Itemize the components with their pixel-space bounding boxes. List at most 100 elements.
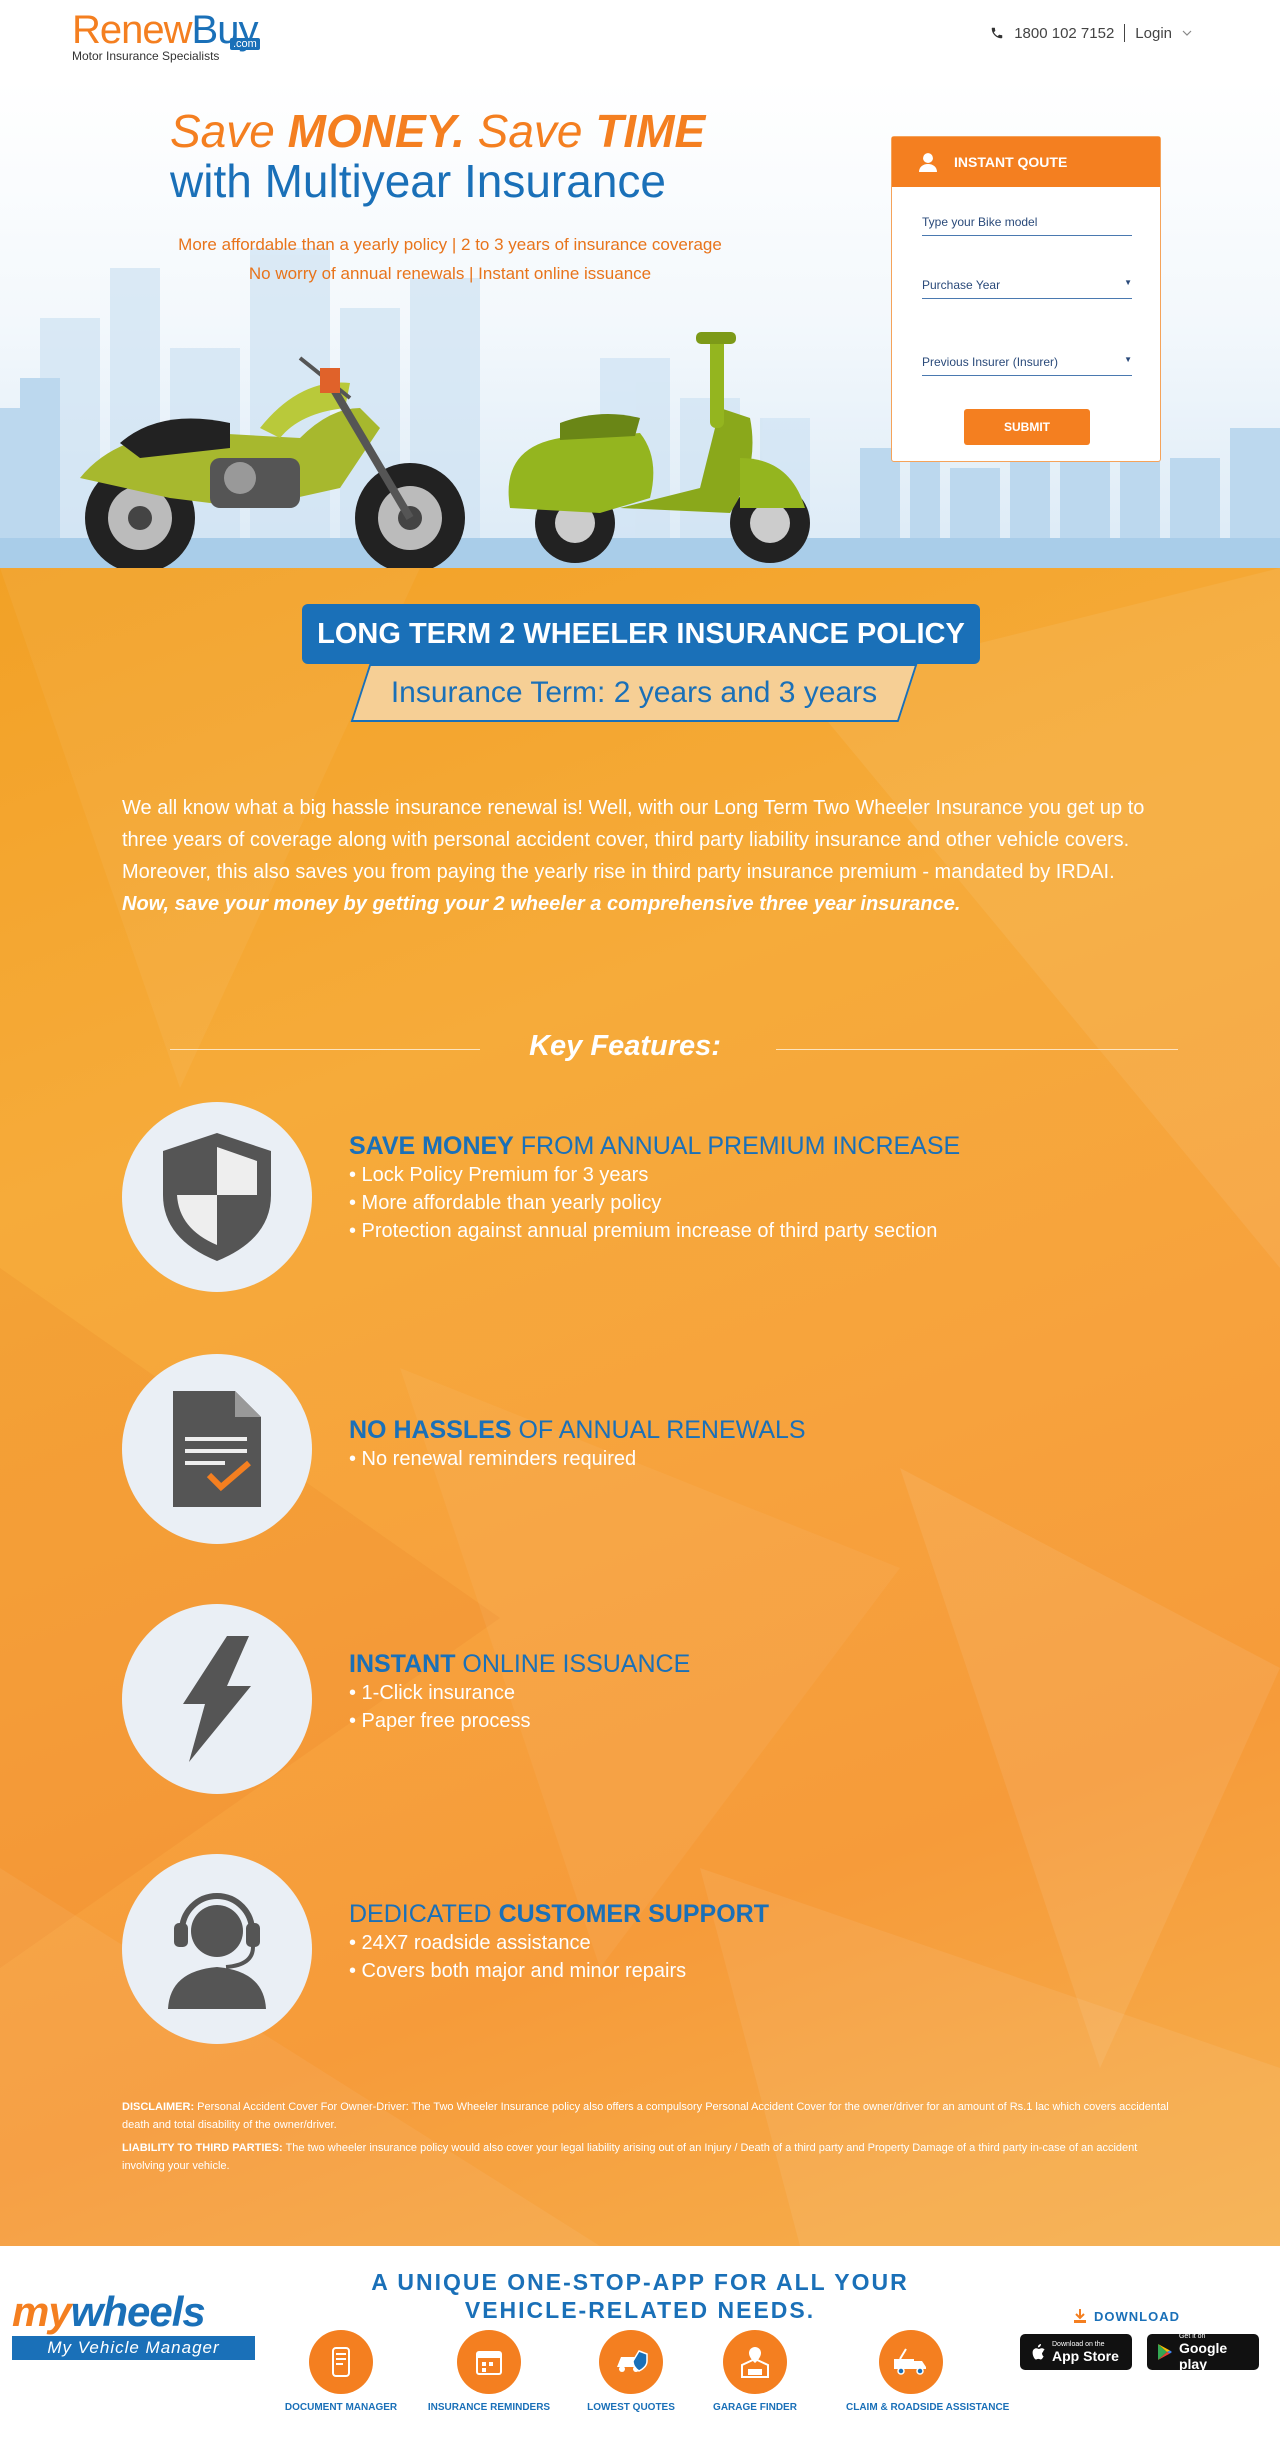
app-feature-lowest-quotes: LOWEST QUOTES xyxy=(566,2330,696,2413)
disclaimer: DISCLAIMER: Personal Accident Cover For … xyxy=(122,2098,1172,2180)
document-phone-icon xyxy=(309,2330,373,2394)
app-promo-banner: mywheels My Vehicle Manager A UNIQUE ONE… xyxy=(0,2246,1280,2440)
login-link[interactable]: Login xyxy=(1135,25,1172,42)
app-feature-claim-assistance: CLAIM & ROADSIDE ASSISTANCE xyxy=(846,2330,1010,2413)
hero-title-money: MONEY. xyxy=(287,105,465,157)
hero-subtitle-line2: No worry of annual renewals | Instant on… xyxy=(248,264,652,283)
app-feature-label: LOWEST QUOTES xyxy=(587,2402,675,2413)
feature-customer-support: DEDICATED CUSTOMER SUPPORT • 24X7 roadsi… xyxy=(122,1854,1172,2044)
headset-agent-icon xyxy=(168,1893,266,2009)
app-feature-insurance-reminders: INSURANCE REMINDERS xyxy=(424,2330,554,2413)
purchase-year-select[interactable]: Purchase Year ▼ xyxy=(922,278,1132,299)
agent-icon xyxy=(919,151,937,172)
mywheels-tagline: My Vehicle Manager xyxy=(12,2336,255,2360)
app-feature-document-manager: DOCUMENT MANAGER xyxy=(276,2330,406,2413)
hero-title-time: TIME xyxy=(595,105,706,157)
disclaimer-text: Personal Accident Cover For Owner-Driver… xyxy=(122,2101,1169,2131)
feature-title-bold: SAVE MONEY xyxy=(349,1132,514,1160)
feature-point: • No renewal reminders required xyxy=(349,1448,637,1470)
feature-title: SAVE MONEY FROM ANNUAL PREMIUM INCREASE xyxy=(349,1132,960,1161)
mywheels-wordmark: mywheels xyxy=(12,2288,206,2336)
purchase-year-label: Purchase Year xyxy=(922,278,1001,292)
policy-banner: LONG TERM 2 WHEELER INSURANCE POLICY xyxy=(302,604,980,664)
app-store-big: App Store xyxy=(1052,2347,1119,2364)
feature-text: NO HASSLES OF ANNUAL RENEWALS • No renew… xyxy=(349,1416,806,1473)
app-store-button[interactable]: Download on the App Store xyxy=(1020,2334,1132,2370)
key-features-title: Key Features: xyxy=(529,1030,721,1062)
car-shield-icon xyxy=(599,2330,663,2394)
feature-point: • Protection against annual premium incr… xyxy=(349,1220,938,1242)
feature-point: • Lock Policy Premium for 3 years xyxy=(349,1164,649,1186)
feature-title: NO HASSLES OF ANNUAL RENEWALS xyxy=(349,1416,806,1445)
divider-left xyxy=(170,1049,480,1050)
hero-title: Save MONEY. Save TIME xyxy=(170,104,705,158)
instant-quote-form: INSTANT QOUTE Purchase Year ▼ Previous I… xyxy=(891,136,1161,462)
disclaimer-label: DISCLAIMER: xyxy=(122,2101,195,2113)
dropdown-arrow-icon: ▼ xyxy=(1124,355,1132,364)
quote-form-header: INSTANT QOUTE xyxy=(892,137,1160,187)
previous-insurer-label: Previous Insurer (Insurer) xyxy=(922,355,1059,369)
feature-point: • More affordable than yearly policy xyxy=(349,1192,662,1214)
apple-icon xyxy=(1032,2344,1045,2360)
feature-icon-circle xyxy=(122,1354,312,1544)
feature-icon-circle xyxy=(122,1854,312,2044)
feature-point: • Paper free process xyxy=(349,1710,531,1732)
submit-button[interactable]: SUBMIT xyxy=(964,409,1090,445)
feature-title-rest: OF ANNUAL RENEWALS xyxy=(511,1416,806,1444)
feature-title-rest: ONLINE ISSUANCE xyxy=(455,1650,691,1678)
site-header: RenewBuy .com Motor Insurance Specialist… xyxy=(0,0,1280,80)
disclaimer-pa-cover: DISCLAIMER: Personal Accident Cover For … xyxy=(122,2098,1172,2134)
lightning-icon xyxy=(183,1636,251,1762)
app-store-text: Download on the App Store xyxy=(1052,2341,1119,2364)
feature-title-bold: INSTANT xyxy=(349,1650,456,1678)
renewbuy-logo[interactable]: RenewBuy .com Motor Insurance Specialist… xyxy=(72,8,260,63)
bike-model-input[interactable] xyxy=(922,215,1132,229)
download-text: DOWNLOAD xyxy=(1094,2308,1180,2324)
app-feature-label: DOCUMENT MANAGER xyxy=(284,2402,398,2413)
mywheels-logo[interactable]: mywheels xyxy=(12,2288,206,2336)
feature-title-pre: DEDICATED xyxy=(349,1900,499,1928)
feature-title: INSTANT ONLINE ISSUANCE xyxy=(349,1650,690,1679)
download-icon xyxy=(1074,2309,1086,2323)
google-play-button[interactable]: Get it on Google play xyxy=(1147,2333,1259,2372)
feature-instant-issuance: INSTANT ONLINE ISSUANCE • 1-Click insura… xyxy=(122,1604,1172,1794)
feature-text: DEDICATED CUSTOMER SUPPORT • 24X7 roadsi… xyxy=(349,1900,769,1985)
hero-subtitle-line1: More affordable than a yearly policy | 2… xyxy=(178,235,722,254)
feature-text: SAVE MONEY FROM ANNUAL PREMIUM INCREASE … xyxy=(349,1132,960,1245)
app-title-line1: A UNIQUE ONE-STOP-APP FOR ALL YOUR xyxy=(371,2269,909,2295)
feature-point: • 24X7 roadside assistance xyxy=(349,1932,591,1954)
google-play-text: Get it on Google play xyxy=(1179,2333,1259,2372)
intro-text: We all know what a big hassle insurance … xyxy=(122,797,1145,883)
tow-truck-icon xyxy=(879,2330,943,2394)
intro-emphasis: Now, save your money by getting your 2 w… xyxy=(122,893,961,915)
feature-title-bold: CUSTOMER SUPPORT xyxy=(498,1900,769,1928)
app-promo-title: A UNIQUE ONE-STOP-APP FOR ALL YOUR VEHIC… xyxy=(330,2268,950,2324)
hero-section: Save MONEY. Save TIME with Multiyear Ins… xyxy=(0,80,1280,568)
app-feature-garage-finder: GARAGE FINDER xyxy=(690,2330,820,2413)
hero-subtitle: More affordable than a yearly policy | 2… xyxy=(150,230,750,288)
hero-title-line2: with Multiyear Insurance xyxy=(170,155,666,207)
google-play-big: Google play xyxy=(1178,2339,1228,2372)
feature-title-rest: FROM ANNUAL PREMIUM INCREASE xyxy=(513,1132,961,1160)
feature-point: • Covers both major and minor repairs xyxy=(349,1960,687,1982)
document-check-icon xyxy=(173,1391,261,1507)
feature-icon-circle xyxy=(122,1102,312,1292)
logo-my: my xyxy=(12,2288,72,2335)
intro-paragraph: We all know what a big hassle insurance … xyxy=(122,792,1162,920)
download-label: DOWNLOAD xyxy=(1072,2308,1180,2324)
feature-save-money: SAVE MONEY FROM ANNUAL PREMIUM INCREASE … xyxy=(122,1102,1172,1292)
app-store-small: Download on the xyxy=(1052,2340,1105,2348)
feature-point: • 1-Click insurance xyxy=(349,1682,515,1704)
divider-right xyxy=(776,1049,1178,1050)
feature-text: INSTANT ONLINE ISSUANCE • 1-Click insura… xyxy=(349,1650,690,1735)
feature-no-hassles: NO HASSLES OF ANNUAL RENEWALS • No renew… xyxy=(122,1354,1172,1544)
phone-number[interactable]: 1800 102 7152 xyxy=(1014,25,1114,42)
app-feature-label: CLAIM & ROADSIDE ASSISTANCE xyxy=(846,2402,1010,2413)
google-play-icon xyxy=(1157,2344,1172,2360)
feature-title: DEDICATED CUSTOMER SUPPORT xyxy=(349,1900,769,1929)
hero-title-save: Save xyxy=(170,105,288,157)
bike-model-field[interactable] xyxy=(922,215,1132,236)
previous-insurer-select[interactable]: Previous Insurer (Insurer) ▼ xyxy=(922,355,1132,376)
chevron-down-icon[interactable] xyxy=(1182,29,1192,37)
calendar-icon xyxy=(457,2330,521,2394)
